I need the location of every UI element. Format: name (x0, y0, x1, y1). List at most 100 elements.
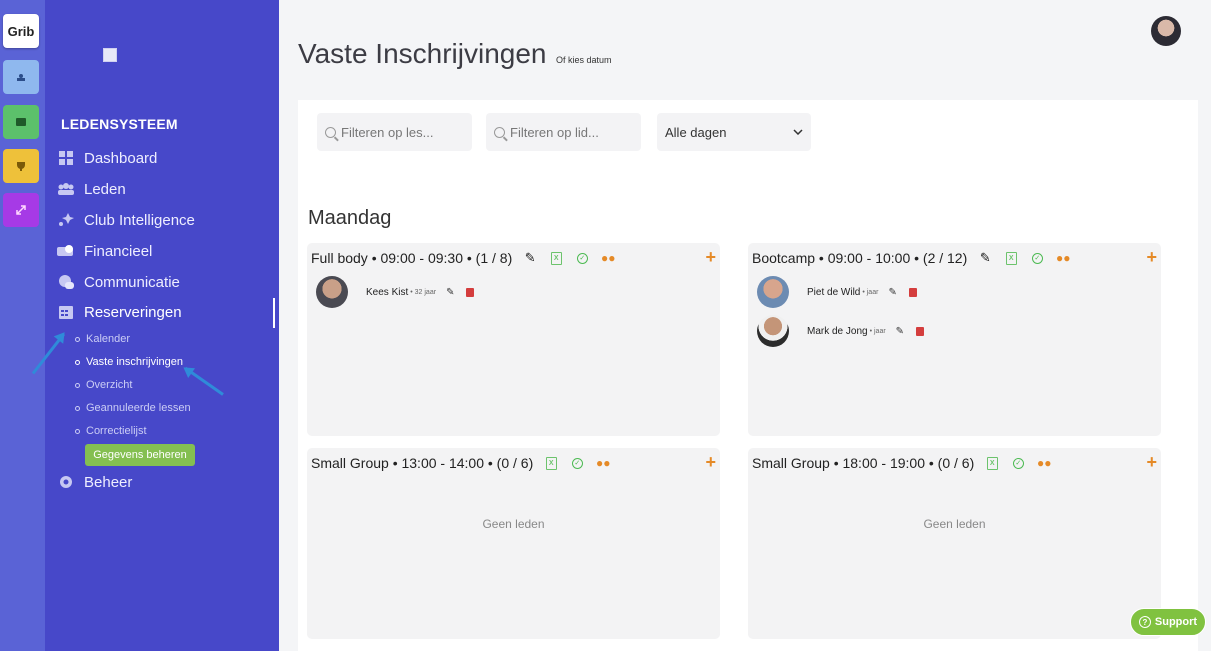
class-card-header: Bootcamp • 09:00 - 10:00 • (2 / 12) ✎ X … (752, 250, 1081, 266)
sidebar-item-label: Club Intelligence (84, 211, 195, 229)
edit-member-icon[interactable]: ✎ (446, 287, 454, 298)
class-card-header: Small Group • 13:00 - 14:00 • (0 / 6) X … (311, 455, 621, 471)
subitem-vaste-inschrijvingen[interactable]: Vaste inschrijvingen (75, 356, 183, 368)
gear-icon (57, 475, 75, 489)
manage-data-button[interactable]: Gegevens beheren (85, 444, 195, 466)
empty-state: Geen leden (482, 517, 545, 531)
page-title: Vaste Inschrijvingen (298, 38, 547, 69)
export-excel-button[interactable]: X (1003, 250, 1019, 266)
comments-icon[interactable]: ●● (600, 250, 616, 266)
member-avatar (757, 315, 789, 347)
content-panel: Filteren op les... Filteren op lid... Al… (298, 100, 1198, 651)
excel-icon: X (550, 251, 562, 265)
edit-icon[interactable]: ✎ (522, 250, 538, 266)
book-icon (16, 118, 26, 126)
check-button[interactable]: ✓ (1029, 250, 1045, 266)
member-name[interactable]: Piet de Wild (807, 287, 860, 298)
check-circle-icon: ✓ (576, 252, 588, 264)
rail-app-3[interactable] (3, 149, 39, 183)
subitem-kalender[interactable]: Kalender (75, 333, 130, 345)
app-logo[interactable]: Grib (3, 14, 39, 48)
bullet-icon (75, 359, 80, 365)
help-icon: ? (1138, 616, 1151, 628)
sidebar-item-club-intelligence[interactable]: Club Intelligence (57, 209, 195, 231)
class-card: Small Group • 13:00 - 14:00 • (0 / 6) X … (307, 448, 720, 639)
sparkle-icon (57, 213, 75, 227)
sidebar-item-communicatie[interactable]: Communicatie (57, 271, 180, 293)
comments-icon[interactable]: ●● (595, 455, 611, 471)
expand-icon (16, 205, 26, 215)
search-icon (494, 126, 505, 138)
edit-member-icon[interactable]: ✎ (888, 287, 896, 298)
edit-icon[interactable]: ✎ (977, 250, 993, 266)
rail-app-2[interactable] (3, 105, 39, 139)
dashboard-icon (57, 151, 75, 165)
main-content: Vaste Inschrijvingen Of kies datum Filte… (279, 0, 1211, 651)
trash-icon[interactable] (916, 326, 925, 336)
bullet-icon (75, 428, 80, 434)
class-title: Small Group • 18:00 - 19:00 • (0 / 6) (752, 455, 975, 471)
sidebar-item-label: Leden (84, 180, 126, 198)
user-avatar[interactable] (1151, 16, 1181, 46)
edit-member-icon[interactable]: ✎ (896, 326, 904, 337)
bullet-icon (75, 382, 80, 388)
export-excel-button[interactable]: X (548, 250, 564, 266)
add-member-button[interactable]: + (1146, 453, 1157, 471)
export-excel-button[interactable]: X (984, 455, 1000, 471)
trash-icon[interactable] (466, 287, 475, 297)
sidebar: LEDENSYSTEEM Dashboard Leden Club Intell… (45, 0, 279, 651)
day-select[interactable]: Alle dagen (657, 113, 811, 151)
class-card: Full body • 09:00 - 09:30 • (1 / 8) ✎ X … (307, 243, 720, 436)
sidebar-item-reserveringen[interactable]: Reserveringen (57, 301, 182, 323)
member-name[interactable]: Kees Kist (366, 287, 408, 298)
member-avatar (316, 276, 348, 308)
export-excel-button[interactable]: X (543, 455, 559, 471)
member-avatar (757, 276, 789, 308)
comments-icon[interactable]: ●● (1055, 250, 1071, 266)
users-icon (57, 182, 75, 196)
excel-icon: X (986, 456, 998, 470)
comments-icon[interactable]: ●● (1036, 455, 1052, 471)
choose-date-link[interactable]: Of kies datum (556, 55, 612, 65)
calendar-icon (57, 305, 75, 319)
active-indicator (273, 298, 275, 328)
sidebar-item-leden[interactable]: Leden (57, 178, 126, 200)
support-button[interactable]: ? Support (1130, 608, 1206, 636)
member-age: • jaar (869, 327, 886, 335)
class-title: Full body • 09:00 - 09:30 • (1 / 8) (311, 250, 513, 266)
rail-app-4[interactable] (3, 193, 39, 227)
person-icon (17, 74, 25, 81)
sidebar-item-beheer[interactable]: Beheer (57, 471, 132, 493)
trash-icon[interactable] (908, 287, 917, 297)
sidebar-item-label: Dashboard (84, 149, 158, 167)
bullet-icon (75, 405, 80, 411)
empty-state: Geen leden (923, 517, 986, 531)
bullet-icon (75, 336, 80, 342)
app-rail: Grib (0, 0, 45, 651)
check-button[interactable]: ✓ (569, 455, 585, 471)
check-circle-icon: ✓ (1012, 457, 1024, 469)
subitem-correctielijst[interactable]: Correctielijst (75, 425, 147, 437)
check-button[interactable]: ✓ (574, 250, 590, 266)
check-circle-icon: ✓ (571, 457, 583, 469)
add-member-button[interactable]: + (705, 248, 716, 266)
trophy-icon (17, 162, 25, 171)
subitem-overzicht[interactable]: Overzicht (75, 379, 132, 391)
sidebar-item-financieel[interactable]: Financieel (57, 240, 152, 262)
subitem-label: Overzicht (86, 379, 133, 391)
class-card: Bootcamp • 09:00 - 10:00 • (2 / 12) ✎ X … (748, 243, 1161, 436)
sidebar-item-label: Reserveringen (84, 303, 182, 321)
filter-member-input[interactable]: Filteren op lid... (486, 113, 641, 151)
class-card-header: Full body • 09:00 - 09:30 • (1 / 8) ✎ X … (311, 250, 626, 266)
member-name[interactable]: Mark de Jong (807, 326, 868, 337)
subitem-label: Correctielijst (86, 425, 147, 437)
subitem-geannuleerde-lessen[interactable]: Geannuleerde lessen (75, 402, 191, 414)
check-button[interactable]: ✓ (1010, 455, 1026, 471)
sidebar-item-dashboard[interactable]: Dashboard (57, 147, 157, 169)
add-member-button[interactable]: + (1146, 248, 1157, 266)
add-member-button[interactable]: + (705, 453, 716, 471)
class-title: Small Group • 13:00 - 14:00 • (0 / 6) (311, 455, 534, 471)
search-icon (325, 126, 336, 138)
rail-app-1[interactable] (3, 60, 39, 94)
filter-lesson-input[interactable]: Filteren op les... (317, 113, 472, 151)
